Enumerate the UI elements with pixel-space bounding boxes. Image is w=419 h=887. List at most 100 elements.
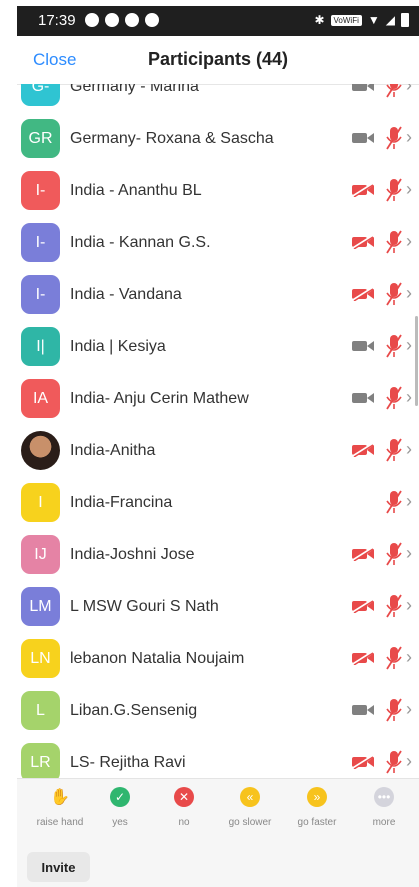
mic-muted-icon [386, 750, 402, 774]
invite-button[interactable]: Invite [27, 852, 90, 882]
participant-row[interactable]: I| India | Kesiya › [17, 321, 419, 373]
battery-icon [401, 13, 409, 27]
mic-muted-icon [386, 84, 402, 98]
x-icon: ✕ [174, 787, 194, 807]
page-title: Participants (44) [147, 49, 289, 69]
reaction-go-faster[interactable]: » go faster [284, 787, 350, 828]
participant-row[interactable]: IA India- Anju Cerin Mathew › [17, 373, 419, 425]
participant-row[interactable]: I- India - Vandana › [17, 269, 419, 321]
video-off-icon [352, 755, 374, 769]
participant-list[interactable]: G- Germany - Marina › GR Germany- Roxana & S… [17, 84, 419, 778]
chevron-right-icon: › [406, 127, 412, 147]
participant-row[interactable]: GR Germany- Roxana & Sascha › [17, 113, 419, 165]
messenger-icon [145, 13, 159, 27]
mic-muted-icon [386, 282, 402, 306]
wifi-icon: ▼ [367, 13, 380, 27]
mic-muted-icon [386, 334, 402, 358]
mic-muted-icon [386, 594, 402, 618]
mic-muted-icon [386, 438, 402, 462]
reaction-label: raise hand [36, 817, 84, 828]
participant-name: India-Anitha [70, 442, 156, 459]
chevron-right-icon: › [406, 231, 412, 251]
participant-row[interactable]: G- Germany - Marina › [17, 84, 419, 113]
status-bar: 17:39 ✱ VoWiFi ▼ ◢ [17, 6, 419, 36]
chevron-right-icon: › [406, 179, 412, 199]
chevron-right-icon: › [406, 387, 412, 407]
bluetooth-icon: ✱ [314, 13, 325, 27]
participant-name: Liban.G.Sensenig [70, 702, 198, 719]
participant-row[interactable]: LM L MSW Gouri S Nath › [17, 581, 419, 633]
avatar: I| [21, 327, 60, 366]
send-icon [105, 13, 119, 27]
video-icon [352, 705, 374, 715]
participant-row[interactable]: IJ India-Joshni Jose › [17, 529, 419, 581]
reaction-more[interactable]: ••• more [351, 787, 417, 828]
status-right-icons: ✱ VoWiFi ▼ ◢ [314, 13, 409, 27]
participant-name: India - Kannan G.S. [70, 234, 211, 251]
vowifi-badge: VoWiFi [330, 14, 362, 26]
video-off-icon [352, 183, 374, 197]
reaction-label: yes [112, 817, 128, 828]
avatar: I- [21, 275, 60, 314]
participant-row[interactable]: India-Anitha › [17, 425, 419, 477]
chevron-right-icon: › [406, 647, 412, 667]
status-time: 17:39 [38, 12, 76, 29]
chevron-right-icon: › [406, 595, 412, 615]
avatar: I [21, 483, 60, 522]
video-icon [352, 133, 374, 143]
video-off-icon [352, 443, 374, 457]
participant-row[interactable]: I- India - Kannan G.S. › [17, 217, 419, 269]
reaction-go-slower[interactable]: « go slower [217, 787, 283, 828]
raise-hand-icon: ✋ [50, 789, 70, 806]
participant-name: Germany - Marina [70, 84, 199, 95]
participants-header: Close Participants (44) [17, 36, 419, 85]
video-off-icon [352, 599, 374, 613]
reactions-bar: ✋ raise hand ✓ yes ✕ no « go slower » go faster ••… [17, 778, 419, 845]
mic-muted-icon [386, 698, 402, 722]
participant-name: Germany- Roxana & Sascha [70, 130, 274, 147]
participant-name: India- Anju Cerin Mathew [70, 390, 249, 407]
avatar: I- [21, 171, 60, 210]
reaction-label: more [372, 817, 396, 828]
avatar: GR [21, 119, 60, 158]
participant-row[interactable]: LR LS- Rejitha Ravi › [17, 737, 419, 778]
avatar: I- [21, 223, 60, 262]
avatar: LR [21, 743, 60, 778]
participant-row[interactable]: I- India - Ananthu BL › [17, 165, 419, 217]
reaction-no[interactable]: ✕ no [151, 787, 217, 828]
chevron-right-icon: › [406, 543, 412, 563]
check-icon: ✓ [110, 787, 130, 807]
chevron-right-icon: › [406, 491, 412, 511]
participant-row[interactable]: I India-Francina › [17, 477, 419, 529]
participant-row[interactable]: L Liban.G.Sensenig › [17, 685, 419, 737]
video-icon [352, 84, 374, 91]
reaction-yes[interactable]: ✓ yes [87, 787, 153, 828]
reaction-label: go faster [297, 817, 337, 828]
mic-muted-icon [386, 230, 402, 254]
signal-icon: ◢ [385, 13, 395, 27]
mic-muted-icon [386, 490, 402, 514]
video-icon [352, 341, 374, 351]
avatar: G- [21, 84, 60, 106]
participant-name: India-Francina [70, 494, 173, 511]
avatar: L [21, 691, 60, 730]
messenger-icon [125, 13, 139, 27]
participant-name: India - Ananthu BL [70, 182, 202, 199]
reaction-raise-hand[interactable]: ✋ raise hand [27, 787, 93, 828]
mic-muted-icon [386, 646, 402, 670]
participant-name: LS- Rejitha Ravi [70, 754, 186, 771]
participant-row[interactable]: LN lebanon Natalia Noujaim › [17, 633, 419, 685]
participant-name: L MSW Gouri S Nath [70, 598, 219, 615]
fast-forward-icon: » [307, 787, 327, 807]
chevron-right-icon: › [406, 439, 412, 459]
chevron-right-icon: › [406, 283, 412, 303]
participant-name: India-Joshni Jose [70, 546, 195, 563]
rewind-icon: « [240, 787, 260, 807]
video-icon [352, 393, 374, 403]
avatar [21, 431, 60, 470]
video-off-icon [352, 235, 374, 249]
video-off-icon [352, 651, 374, 665]
scrollbar[interactable] [415, 316, 418, 406]
mic-muted-icon [386, 178, 402, 202]
footer: Invite [17, 844, 419, 887]
